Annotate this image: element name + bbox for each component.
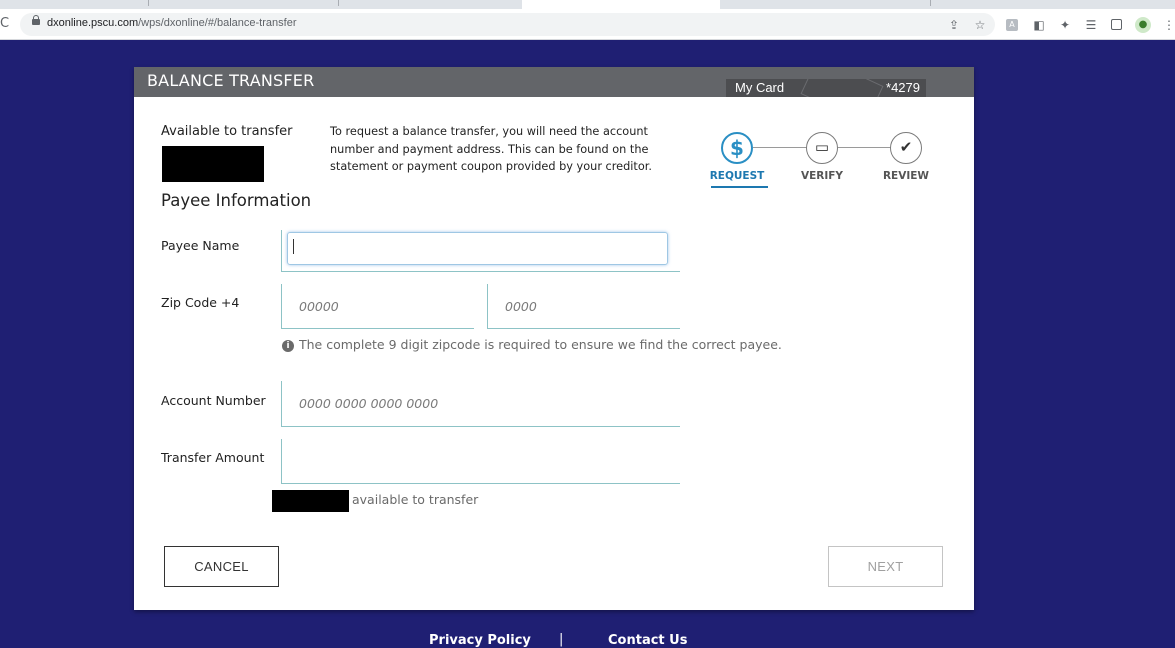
browser-tab-active[interactable]	[522, 0, 720, 9]
url-text[interactable]: dxonline.pscu.com/wps/dxonline/#/balance…	[47, 17, 296, 29]
zip-label: Zip Code +4	[161, 295, 240, 310]
step-verify: ▭	[806, 132, 838, 164]
step-review: ✔	[890, 132, 922, 164]
checkmark-icon: ✔	[899, 138, 913, 156]
side-panel-icon[interactable]	[1111, 19, 1122, 30]
available-to-transfer-text: available to transfer	[352, 492, 479, 507]
card-name: My Card	[735, 80, 785, 95]
account-number-placeholder: 0000 0000 0000 0000	[299, 396, 439, 411]
zip-hint-text: The complete 9 digit zipcode is required…	[299, 337, 782, 352]
next-button[interactable]: NEXT	[828, 546, 943, 587]
section-title: Payee Information	[161, 191, 312, 210]
card-selector[interactable]: My Card *4279	[726, 79, 926, 97]
payee-name-input[interactable]	[281, 230, 680, 272]
payee-name-label: Payee Name	[161, 238, 240, 253]
focus-outline	[287, 232, 668, 265]
url-host: dxonline.pscu.com	[47, 17, 139, 29]
card-number: *4279	[886, 80, 920, 95]
modal-title: BALANCE TRANSFER	[147, 71, 315, 90]
redacted-amount	[162, 146, 264, 182]
contact-us-link[interactable]: Contact Us	[608, 633, 687, 648]
browser-toolbar: C dxonline.pscu.com/wps/dxonline/#/balan…	[0, 9, 1175, 40]
cancel-button[interactable]: CANCEL	[164, 546, 279, 587]
dollar-icon: $	[730, 136, 744, 160]
tab-divider	[148, 0, 149, 6]
available-label: Available to transfer	[161, 124, 293, 139]
transfer-amount-input[interactable]	[281, 439, 680, 484]
active-step-underline	[711, 186, 768, 188]
info-icon: i	[282, 340, 294, 352]
account-number-input[interactable]: 0000 0000 0000 0000	[281, 381, 680, 427]
check-card-icon: ▭	[814, 138, 830, 156]
step-request: $	[721, 132, 753, 164]
zip-hint: i The complete 9 digit zipcode is require…	[282, 337, 782, 352]
step-connector	[753, 147, 807, 148]
extension-icon[interactable]: A	[1006, 19, 1018, 31]
step-label-review: REVIEW	[882, 170, 930, 182]
url-path: /wps/dxonline/#/balance-transfer	[138, 17, 297, 29]
tab-divider	[338, 0, 339, 6]
transfer-amount-label: Transfer Amount	[161, 450, 265, 465]
browser-tab-strip	[0, 0, 1175, 9]
zip-extension-placeholder: 0000	[505, 299, 537, 314]
zip-placeholder: 00000	[299, 299, 339, 314]
reload-icon[interactable]: C	[0, 16, 9, 31]
text-cursor	[293, 239, 294, 254]
modal-header: BALANCE TRANSFER My Card *4279	[134, 67, 974, 97]
star-icon[interactable]: ☆	[972, 18, 988, 32]
lock-icon[interactable]	[32, 15, 40, 25]
profile-avatar[interactable]: ●	[1135, 17, 1151, 33]
extension-icon[interactable]: ◧	[1031, 18, 1047, 32]
address-bar[interactable]: dxonline.pscu.com/wps/dxonline/#/balance…	[20, 13, 995, 36]
step-connector	[838, 147, 891, 148]
info-text: To request a balance transfer, you will …	[330, 125, 652, 173]
more-icon[interactable]: ⋮	[1161, 18, 1175, 32]
tab-divider	[930, 0, 931, 6]
privacy-policy-link[interactable]: Privacy Policy	[429, 633, 531, 648]
account-number-label: Account Number	[161, 393, 266, 408]
step-label-request: REQUEST	[709, 170, 765, 182]
zip-input[interactable]: 00000	[281, 284, 474, 329]
puzzle-icon[interactable]: ✦	[1057, 18, 1073, 32]
redacted-available-amount	[272, 490, 349, 512]
share-icon[interactable]: ⇪	[946, 18, 962, 32]
balance-transfer-modal: BALANCE TRANSFER My Card *4279 Available…	[134, 67, 974, 610]
footer-separator: |	[559, 632, 564, 647]
reading-list-icon[interactable]: ☰	[1083, 18, 1099, 32]
step-label-verify: VERIFY	[800, 170, 844, 182]
zip-extension-input[interactable]: 0000	[487, 284, 680, 329]
